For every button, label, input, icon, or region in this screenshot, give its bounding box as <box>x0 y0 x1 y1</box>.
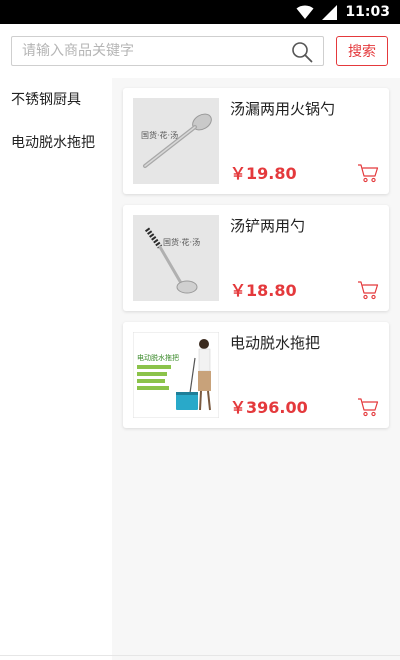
bottom-divider <box>0 655 400 656</box>
mop-image[interactable]: 电动脱水拖把 <box>133 332 219 418</box>
cart-icon[interactable] <box>357 396 379 418</box>
product-card[interactable]: 国货·花·汤 汤铲两用勺 ￥18.80 <box>123 205 389 311</box>
image-text: 国货·花·汤 <box>141 130 178 140</box>
product-card[interactable]: 电动脱水拖把 电动脱水拖把 ￥396.00 <box>123 322 389 428</box>
search-bar: 搜索 <box>0 24 400 78</box>
product-title[interactable]: 电动脱水拖把 <box>230 332 320 353</box>
status-time: 11:03 <box>345 4 390 20</box>
sidebar-item-kitchenware[interactable]: 不锈钢厨具 <box>11 89 81 109</box>
product-price: ￥18.80 <box>230 281 297 300</box>
product-price: ￥396.00 <box>230 398 308 417</box>
soup-ladle-image[interactable]: 国货·花·汤 <box>133 215 219 301</box>
signal-icon <box>322 4 338 20</box>
status-bar: 11:03 <box>0 0 400 24</box>
product-title[interactable]: 汤铲两用勺 <box>230 215 305 236</box>
search-input[interactable] <box>22 37 282 65</box>
image-text: 国货·花·汤 <box>163 237 200 247</box>
product-title[interactable]: 汤漏两用火锅勺 <box>230 98 335 119</box>
product-card[interactable]: 国货·花·汤 汤漏两用火锅勺 ￥19.80 <box>123 88 389 194</box>
product-list: 国货·花·汤 汤漏两用火锅勺 ￥19.80 国货·花·汤 汤铲两用勺 ￥18.8… <box>112 78 400 660</box>
ladle-strainer-image[interactable]: 国货·花·汤 <box>133 98 219 184</box>
category-sidebar: 不锈钢厨具 电动脱水拖把 <box>0 78 112 660</box>
soup-ladle-illustration: 国货·花·汤 <box>133 215 219 301</box>
cart-icon[interactable] <box>357 279 379 301</box>
cart-icon[interactable] <box>357 162 379 184</box>
wifi-icon <box>296 5 314 19</box>
image-text: 电动脱水拖把 <box>137 353 179 362</box>
ladle-strainer-illustration: 国货·花·汤 <box>133 98 219 184</box>
mop-illustration: 电动脱水拖把 <box>133 332 219 418</box>
product-price: ￥19.80 <box>230 164 297 183</box>
status-icons: 11:03 <box>296 0 390 24</box>
search-field[interactable] <box>11 36 324 66</box>
sidebar-item-electric-mop[interactable]: 电动脱水拖把 <box>11 132 95 152</box>
search-button[interactable]: 搜索 <box>336 36 388 66</box>
search-icon[interactable] <box>291 41 313 63</box>
